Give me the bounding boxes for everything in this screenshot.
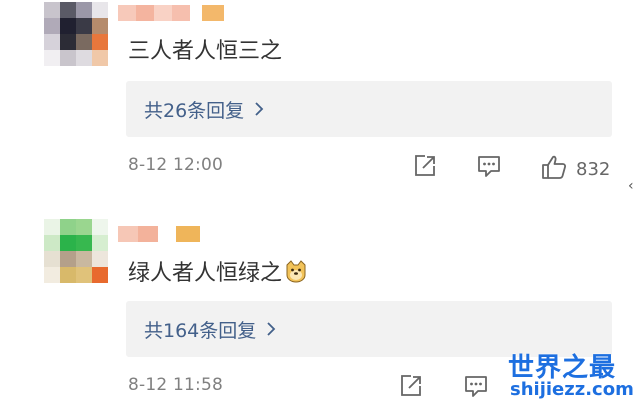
- like-count: 832: [576, 159, 611, 180]
- username-blurred[interactable]: [118, 223, 228, 245]
- timestamp: 8-12 12:00: [128, 155, 223, 175]
- edge-artifact: ‹: [628, 178, 634, 194]
- chevron-right-icon: [254, 101, 264, 117]
- share-icon: [412, 153, 438, 183]
- replies-count: 共26条回复: [144, 99, 245, 122]
- comment-icon: [463, 373, 489, 403]
- share-button[interactable]: [398, 373, 424, 403]
- avatar[interactable]: [44, 219, 108, 283]
- replies-count: 共164条回复: [144, 319, 257, 342]
- username-blurred[interactable]: [118, 2, 228, 24]
- reply-button[interactable]: [476, 153, 502, 183]
- comment-icon: [476, 153, 502, 183]
- doge-emoji-icon: [284, 259, 308, 291]
- watermark-logo: 世界之最 shijiezz.com: [508, 347, 634, 403]
- timestamp: 8-12 11:58: [128, 375, 223, 395]
- avatar[interactable]: [44, 2, 108, 66]
- reply-button[interactable]: [463, 373, 489, 403]
- thumbs-up-icon: [540, 153, 568, 186]
- share-icon: [398, 373, 424, 403]
- comment-text: 三人者人恒三之: [128, 39, 283, 64]
- share-button[interactable]: [412, 153, 438, 183]
- like-button[interactable]: 832: [540, 153, 610, 186]
- watermark-url: shijiezz.com: [510, 379, 634, 400]
- comment-text: 绿人者人恒绿之: [128, 259, 308, 291]
- view-replies-button[interactable]: 共26条回复: [126, 81, 612, 137]
- chevron-right-icon: [266, 321, 276, 337]
